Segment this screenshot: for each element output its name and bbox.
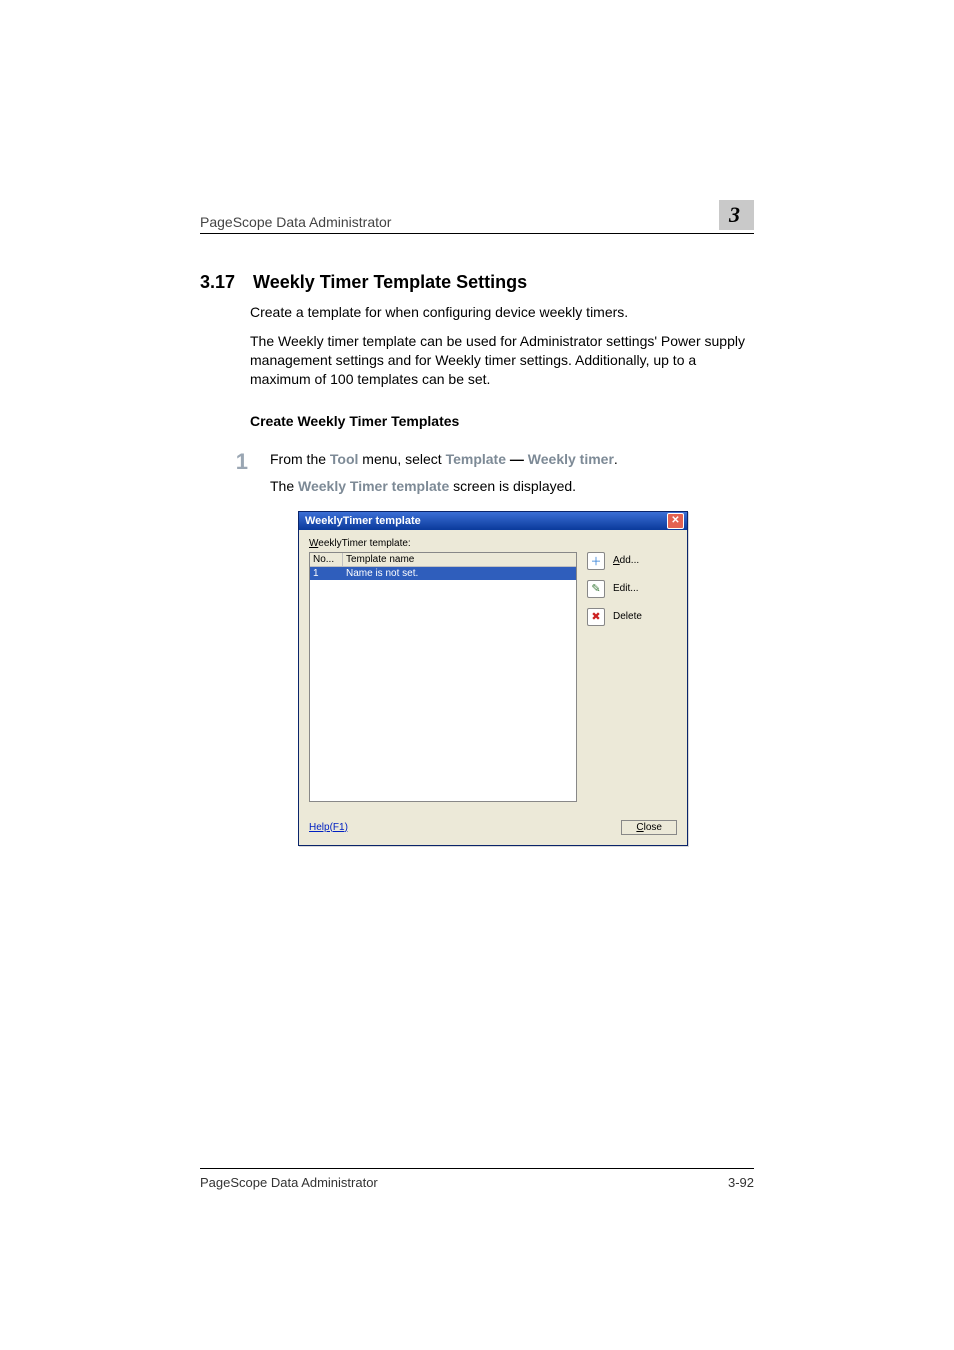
edit-button[interactable]: ✎ Edit...: [587, 580, 677, 598]
weekly-timer-template-dialog: WeeklyTimer template ✕ WeeklyTimer templ…: [298, 511, 688, 846]
section-heading: 3.17 Weekly Timer Template Settings: [200, 272, 754, 293]
menu-name-template: Template: [446, 451, 506, 467]
step-number: 1: [200, 449, 248, 497]
label-rest: eeklyTimer template:: [318, 538, 410, 549]
template-list[interactable]: No... Template name 1 Name is not set.: [309, 552, 577, 802]
step-1: 1 From the Tool menu, select Template — …: [200, 449, 754, 497]
text-fragment: screen is displayed.: [449, 478, 576, 494]
footer-doc-title: PageScope Data Administrator: [200, 1175, 378, 1190]
cell-template-name: Name is not set.: [343, 567, 576, 580]
page-header: PageScope Data Administrator 3: [200, 200, 754, 234]
subsection-heading: Create Weekly Timer Templates: [250, 413, 754, 429]
text-fragment: The: [270, 478, 298, 494]
footer-page-number: 3-92: [728, 1175, 754, 1190]
menu-name-weekly-timer: Weekly timer: [528, 451, 614, 467]
section-paragraph-1: Create a template for when configuring d…: [250, 303, 754, 322]
text-dash: —: [506, 451, 528, 467]
dialog-title: WeeklyTimer template: [305, 515, 421, 527]
button-label-rest: lose: [644, 822, 662, 833]
cell-no: 1: [310, 567, 343, 580]
delete-icon: ✖: [587, 608, 605, 626]
button-label: Delete: [613, 611, 642, 622]
delete-button[interactable]: ✖ Delete: [587, 608, 677, 626]
text-fragment: menu, select: [358, 451, 445, 467]
screen-name: Weekly Timer template: [298, 478, 449, 494]
help-link[interactable]: Help(F1): [309, 822, 348, 833]
section-number: 3.17: [200, 272, 235, 293]
column-header-template-name[interactable]: Template name: [343, 553, 576, 566]
menu-name-tool: Tool: [330, 451, 359, 467]
add-icon: ＋: [587, 552, 605, 570]
mnemonic-letter: W: [309, 538, 318, 549]
close-button[interactable]: Close: [621, 820, 677, 835]
step-instruction: From the Tool menu, select Template — We…: [270, 449, 618, 497]
section-paragraph-2: The Weekly timer template can be used fo…: [250, 332, 754, 389]
text-fragment: From the: [270, 451, 330, 467]
edit-icon: ✎: [587, 580, 605, 598]
header-doc-title: PageScope Data Administrator: [200, 214, 391, 230]
window-close-button[interactable]: ✕: [667, 513, 684, 529]
mnemonic-letter: C: [636, 822, 643, 833]
chapter-number-badge: 3: [719, 200, 754, 230]
dialog-titlebar: WeeklyTimer template ✕: [299, 512, 687, 530]
text-fragment: .: [614, 451, 618, 467]
button-label-rest: dd...: [620, 555, 639, 566]
mnemonic-letter: A: [613, 555, 620, 566]
add-button[interactable]: ＋ Add...: [587, 552, 677, 570]
button-label: Edit...: [613, 583, 639, 594]
column-header-no[interactable]: No...: [310, 553, 343, 566]
list-label: WeeklyTimer template:: [309, 538, 677, 549]
section-title: Weekly Timer Template Settings: [253, 272, 527, 293]
page-footer: PageScope Data Administrator 3-92: [200, 1168, 754, 1190]
close-icon: ✕: [671, 515, 679, 526]
table-row[interactable]: 1 Name is not set.: [310, 567, 576, 580]
table-header: No... Template name: [310, 553, 576, 567]
